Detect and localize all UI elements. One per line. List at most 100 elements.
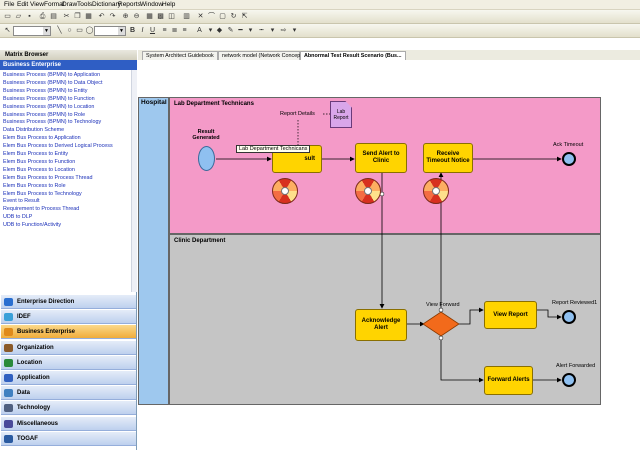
chevron-down-icon[interactable]: ▾ [206,26,215,35]
task-acknowledge-alert[interactable]: Acknowledge Alert [355,309,407,341]
tab-guidebook[interactable]: System Architect Guidebook [142,51,218,60]
end-event-report-reviewed[interactable] [562,310,576,324]
pointer-icon[interactable]: ↖ [3,26,12,35]
menu-help[interactable]: Help [162,1,175,8]
browser-list-item[interactable]: UDB to DLP [3,214,32,220]
start-event-result-generated[interactable] [198,146,215,171]
zoom-in-icon[interactable]: ⊕ [121,12,130,21]
menu-edit[interactable]: Edit [17,1,28,8]
browser-list-item[interactable]: Business Process (BPMN) to Entity [3,88,87,94]
print-icon[interactable]: ⎙ [38,12,47,21]
cut-icon[interactable]: ✂ [62,12,71,21]
paste-icon[interactable]: ▦ [84,12,93,21]
browser-list-item[interactable]: Business Process (BPMN) to Location [3,104,94,110]
diagram-icon[interactable]: ◫ [167,12,176,21]
category-organization[interactable]: Organization [1,340,136,355]
task-send-alert[interactable]: Send Alert to Clinic [355,143,407,173]
ellipse-tool-icon[interactable]: ○ [65,26,74,35]
category-location[interactable]: Location [1,355,136,370]
menu-dictionary[interactable]: Dictionary [92,1,121,8]
category-business-enterprise[interactable]: Business Enterprise [1,325,136,340]
browser-list-item[interactable]: Data Distribution Scheme [3,127,64,133]
browser-scrollbar[interactable] [131,70,137,292]
line-style-icon[interactable]: ━ [236,26,245,35]
browser-list-item[interactable]: Requirement to Process Thread [3,206,79,212]
tab-network-model[interactable]: network model (Network Concept) [218,51,304,60]
bold-icon[interactable]: B [128,26,137,35]
align-right-icon[interactable]: ≡ [180,26,189,35]
chevron-down-icon[interactable]: ▾ [268,26,277,35]
rectangle-tool-icon[interactable]: ▭ [75,26,84,35]
open-folder-icon[interactable]: ▱ [14,12,23,21]
new-file-icon[interactable]: ▭ [3,12,12,21]
italic-icon[interactable]: I [138,26,147,35]
line-color-icon[interactable]: ✎ [226,26,235,35]
align-left-icon[interactable]: ≡ [160,26,169,35]
matrix-icon[interactable]: ▩ [156,12,165,21]
menu-file[interactable]: File [4,1,14,8]
browser-list-item[interactable]: Business Process (BPMN) to Data Object [3,80,102,86]
menu-draw[interactable]: Draw [62,1,77,8]
task-forward-alerts[interactable]: Forward Alerts [484,366,533,395]
category-technology[interactable]: Technology [1,401,136,416]
browser-list-item[interactable]: Elem Bus Process to Application [3,135,81,141]
chevron-down-icon: ▼ [43,27,50,35]
arrow-style-icon[interactable]: ⇨ [279,26,288,35]
menu-view[interactable]: View [30,1,44,8]
end-event-ack-timeout[interactable] [562,152,576,166]
align-center-icon[interactable]: ≣ [170,26,179,35]
copy-icon[interactable]: ❐ [73,12,82,21]
browser-list-item[interactable]: Elem Bus Process to Location [3,167,75,173]
category-data[interactable]: Data [1,386,136,401]
font-size-select[interactable]: ▼ [94,26,126,36]
category-miscellaneous[interactable]: Miscellaneous [1,416,136,431]
browser-list-item[interactable]: UDB to Function/Activity [3,222,61,228]
shape-icon[interactable]: ▢ [218,12,227,21]
font-color-icon[interactable]: A [195,26,204,35]
chevron-down-icon[interactable]: ▾ [290,26,299,35]
browser-list-item[interactable]: Business Process (BPMN) to Function [3,96,95,102]
grid-icon[interactable]: ▦ [145,12,154,21]
browser-list: Business Process (BPMN) to Application Bu… [0,72,131,294]
end-event-alert-forwarded[interactable] [562,373,576,387]
browser-list-item[interactable]: Business Process (BPMN) to Role [3,112,85,118]
redo-icon[interactable]: ↷ [108,12,117,21]
tab-abnormal-test-result[interactable]: Abnormal Test Result Scenario (Bus... [300,51,406,60]
category-togaf[interactable]: TOGAF [1,431,136,446]
fill-color-icon[interactable]: ◆ [215,26,224,35]
category-application[interactable]: Application [1,371,136,385]
browser-list-item[interactable]: Elem Bus Process to Function [3,159,75,165]
menu-window[interactable]: Window [140,1,163,8]
category-enterprise-direction[interactable]: Enterprise Direction [1,295,136,309]
dash-style-icon[interactable]: ┅ [257,26,266,35]
zoom-out-icon[interactable]: ⊖ [132,12,141,21]
browser-list-item[interactable]: Elem Bus Process to Technology [3,191,82,197]
chevron-down-icon[interactable]: ▾ [246,26,255,35]
browser-selected-node[interactable]: Business Enterprise [0,60,137,70]
browser-list-item[interactable]: Business Process (BPMN) to Application [3,72,100,78]
print-preview-icon[interactable]: ▤ [49,12,58,21]
link-icon[interactable]: ⌒ [207,12,216,21]
browser-list-item[interactable]: Event to Result [3,198,40,204]
help-pointer-icon[interactable]: ⇱ [240,12,249,21]
task-receive-timeout[interactable]: Receive Timeout Notice [423,143,473,173]
pool-hospital[interactable]: Hospital [138,97,169,405]
font-family-select[interactable]: ▼ [13,26,51,36]
save-icon[interactable]: ▪ [25,12,34,21]
menu-reports[interactable]: Reports [118,1,141,8]
circle-tool-icon[interactable]: ◯ [85,26,94,35]
undo-icon[interactable]: ↶ [97,12,106,21]
browser-list-item[interactable]: Elem Bus Process to Role [3,183,66,189]
browser-list-item[interactable]: Elem Bus Process to Entity [3,151,68,157]
menu-tools[interactable]: Tools [77,1,92,8]
browser-list-item[interactable]: Elem Bus Process to Process Thread [3,175,92,181]
task-view-report[interactable]: View Report [484,301,537,329]
refresh-icon[interactable]: ↻ [229,12,238,21]
select-tool-icon[interactable]: ✕ [196,12,205,21]
browser-list-item[interactable]: Elem Bus Process to Derived Logical Proc… [3,143,113,149]
line-tool-icon[interactable]: ╲ [55,26,64,35]
category-idef[interactable]: IDEF [1,310,136,325]
browser-list-item[interactable]: Business Process (BPMN) to Technology [3,119,101,125]
browser-icon[interactable]: ▥ [182,12,191,21]
underline-icon[interactable]: U [148,26,157,35]
